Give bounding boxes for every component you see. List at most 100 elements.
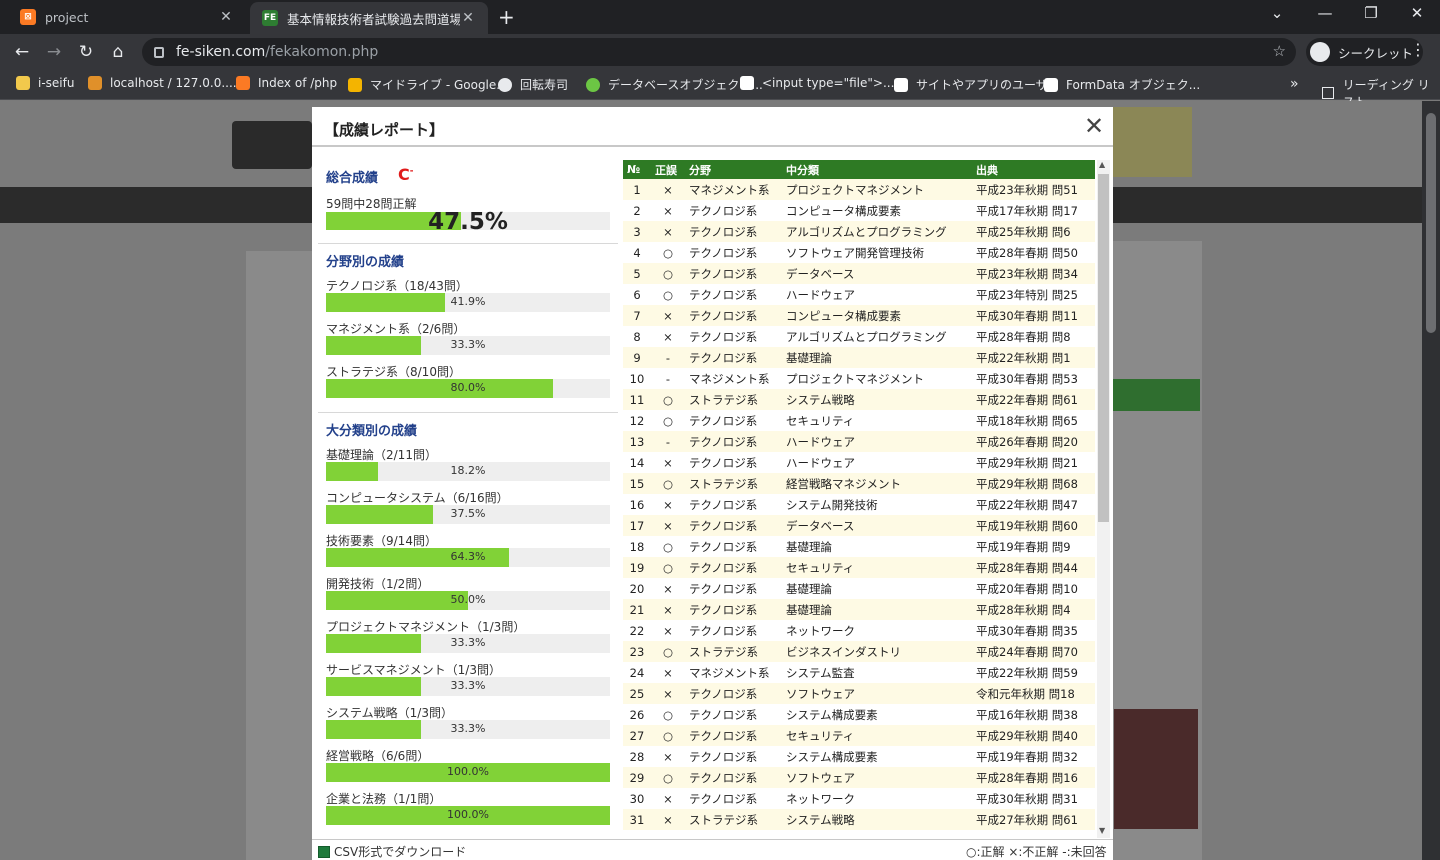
table-row[interactable]: 20 × テクノロジ系 基礎理論 平成20年春期 問10 [623,578,1095,599]
back-icon[interactable]: ← [10,40,34,64]
more-menu-icon[interactable]: ⋮ [1410,40,1426,59]
row-source[interactable]: 平成23年秋期 問51 [972,179,1095,200]
row-source[interactable]: 平成19年春期 問9 [972,536,1095,557]
close-tab-icon[interactable]: ✕ [218,9,234,25]
csv-download-link[interactable]: CSV形式でダウンロード [318,843,466,860]
row-source[interactable]: 平成23年特別 問25 [972,284,1095,305]
table-row[interactable]: 9- テクノロジ系 基礎理論 平成22年秋期 問1 [623,347,1095,368]
row-source[interactable]: 平成30年春期 問35 [972,620,1095,641]
bookmark-item[interactable]: localhost / 127.0.0.... [88,76,237,90]
close-tab-icon[interactable]: ✕ [460,10,476,26]
row-source[interactable]: 平成22年春期 問61 [972,389,1095,410]
more-bookmarks-icon[interactable]: » [1290,76,1299,92]
row-source[interactable]: 平成30年春期 問53 [972,368,1095,389]
phpmyadmin-icon [88,76,102,90]
table-row[interactable]: 24 × マネジメント系 システム監査 平成22年秋期 問59 [623,662,1095,683]
row-source[interactable]: 平成28年秋期 問4 [972,599,1095,620]
table-row[interactable]: 30 × テクノロジ系 ネットワーク 平成30年秋期 問31 [623,788,1095,809]
table-row[interactable]: 6 ○ テクノロジ系 ハードウェア 平成23年特別 問25 [623,284,1095,305]
table-row[interactable]: 26 ○ テクノロジ系 システム構成要素 平成16年秋期 問38 [623,704,1095,725]
row-source[interactable]: 平成28年春期 問44 [972,557,1095,578]
row-source[interactable]: 平成26年春期 問20 [972,431,1095,452]
close-window-icon[interactable]: ✕ [1394,4,1440,22]
table-row[interactable]: 27 ○ テクノロジ系 セキュリティ 平成29年秋期 問40 [623,725,1095,746]
reload-icon[interactable]: ↻ [74,40,98,64]
row-source[interactable]: 平成28年春期 問50 [972,242,1095,263]
table-row[interactable]: 3 × テクノロジ系 アルゴリズムとプログラミング 平成25年秋期 問6 [623,221,1095,242]
bookmark-item[interactable]: データベースオブジェクト... [586,76,763,93]
bookmark-item[interactable]: i-seifu [16,76,74,90]
row-source[interactable]: 平成19年春期 問32 [972,746,1095,767]
row-source[interactable]: 平成25年秋期 問6 [972,221,1095,242]
table-row[interactable]: 16 × テクノロジ系 システム開発技術 平成22年秋期 問47 [623,494,1095,515]
bookmark-label: i-seifu [38,76,75,90]
row-source[interactable]: 平成30年春期 問11 [972,305,1095,326]
minimize-icon[interactable]: — [1302,4,1348,22]
home-icon[interactable]: ⌂ [106,40,130,64]
tab-fe-siken[interactable]: FE 基本情報技術者試験過去問道場 ✕ [250,2,488,34]
bookmark-item[interactable]: サイトやアプリのユーザ... [894,76,1059,93]
bookmark-item[interactable]: FormData オブジェク... [1044,76,1200,93]
table-row[interactable]: 25 × テクノロジ系 ソフトウェア 令和元年秋期 問18 [623,683,1095,704]
close-icon[interactable]: ✕ [1084,114,1104,138]
row-source[interactable]: 平成29年秋期 問21 [972,452,1095,473]
table-row[interactable]: 19 ○ テクノロジ系 セキュリティ 平成28年春期 問44 [623,557,1095,578]
row-source[interactable]: 平成28年春期 問16 [972,767,1095,788]
table-scrollbar[interactable]: ▲ ▼ [1097,160,1110,838]
row-source[interactable]: 平成19年秋期 問60 [972,515,1095,536]
row-source[interactable]: 平成22年秋期 問59 [972,662,1095,683]
row-source[interactable]: 平成29年秋期 問68 [972,473,1095,494]
table-row[interactable]: 2 × テクノロジ系 コンピュータ構成要素 平成17年秋期 問17 [623,200,1095,221]
table-row[interactable]: 4 ○ テクノロジ系 ソフトウェア開発管理技術 平成28年春期 問50 [623,242,1095,263]
table-row[interactable]: 17 × テクノロジ系 データベース 平成19年秋期 問60 [623,515,1095,536]
address-bar[interactable]: fe-siken.com/fekakomon.php ☆ [142,38,1296,66]
table-row[interactable]: 22 × テクノロジ系 ネットワーク 平成30年春期 問35 [623,620,1095,641]
new-tab-icon[interactable]: + [498,5,515,29]
bookmark-item[interactable]: 回転寿司 [498,76,568,93]
page-scrollbar[interactable] [1422,101,1440,860]
table-row[interactable]: 7 × テクノロジ系 コンピュータ構成要素 平成30年春期 問11 [623,305,1095,326]
table-scrollbar-thumb[interactable] [1098,174,1109,522]
bookmark-item[interactable]: マイドライブ - Google... [348,76,508,93]
table-row[interactable]: 5 ○ テクノロジ系 データベース 平成23年秋期 問34 [623,263,1095,284]
row-source[interactable]: 平成24年春期 問70 [972,641,1095,662]
bookmark-star-icon[interactable]: ☆ [1273,42,1286,60]
tab-search-icon[interactable]: ⌄ [1254,4,1300,22]
row-source[interactable]: 平成27年秋期 問61 [972,809,1095,830]
forward-icon[interactable]: → [42,40,66,64]
row-source[interactable]: 平成20年春期 問10 [972,578,1095,599]
bookmark-item[interactable]: Index of /php [236,76,337,90]
drive-icon [348,77,362,92]
bookmark-item[interactable]: <input type="file">... [740,76,894,90]
scroll-up-icon[interactable]: ▲ [1099,160,1105,169]
table-row[interactable]: 31 × ストラテジ系 システム戦略 平成27年秋期 問61 [623,809,1095,830]
scroll-down-icon[interactable]: ▼ [1099,826,1105,835]
table-row[interactable]: 8 × テクノロジ系 アルゴリズムとプログラミング 平成28年春期 問8 [623,326,1095,347]
table-row[interactable]: 23 ○ ストラテジ系 ビジネスインダストリ 平成24年春期 問70 [623,641,1095,662]
row-source[interactable]: 平成23年秋期 問34 [972,263,1095,284]
restore-icon[interactable]: ❐ [1348,4,1394,22]
incognito-button[interactable]: シークレット [1306,38,1424,66]
row-source[interactable]: 令和元年秋期 問18 [972,683,1095,704]
table-row[interactable]: 12 ○ テクノロジ系 セキュリティ 平成18年秋期 問65 [623,410,1095,431]
table-row[interactable]: 11 ○ ストラテジ系 システム戦略 平成22年春期 問61 [623,389,1095,410]
table-row[interactable]: 1 × マネジメント系 プロジェクトマネジメント 平成23年秋期 問51 [623,179,1095,200]
table-row[interactable]: 29 ○ テクノロジ系 ソフトウェア 平成28年春期 問16 [623,767,1095,788]
tab-project[interactable]: ⊠ project ✕ [8,0,246,34]
row-source[interactable]: 平成28年春期 問8 [972,326,1095,347]
row-source[interactable]: 平成22年秋期 問1 [972,347,1095,368]
row-source[interactable]: 平成16年秋期 問38 [972,704,1095,725]
row-source[interactable]: 平成22年秋期 問47 [972,494,1095,515]
table-row[interactable]: 10- マネジメント系 プロジェクトマネジメント 平成30年春期 問53 [623,368,1095,389]
table-row[interactable]: 21 × テクノロジ系 基礎理論 平成28年秋期 問4 [623,599,1095,620]
row-source[interactable]: 平成18年秋期 問65 [972,410,1095,431]
row-source[interactable]: 平成30年秋期 問31 [972,788,1095,809]
row-source[interactable]: 平成29年秋期 問40 [972,725,1095,746]
table-row[interactable]: 28 × テクノロジ系 システム構成要素 平成19年春期 問32 [623,746,1095,767]
table-row[interactable]: 14 × テクノロジ系 ハードウェア 平成29年秋期 問21 [623,452,1095,473]
table-row[interactable]: 18 ○ テクノロジ系 基礎理論 平成19年春期 問9 [623,536,1095,557]
table-row[interactable]: 15 ○ ストラテジ系 経営戦略マネジメント 平成29年秋期 問68 [623,473,1095,494]
table-row[interactable]: 13- テクノロジ系 ハードウェア 平成26年春期 問20 [623,431,1095,452]
row-source[interactable]: 平成17年秋期 問17 [972,200,1095,221]
page-scrollbar-thumb[interactable] [1426,113,1436,333]
